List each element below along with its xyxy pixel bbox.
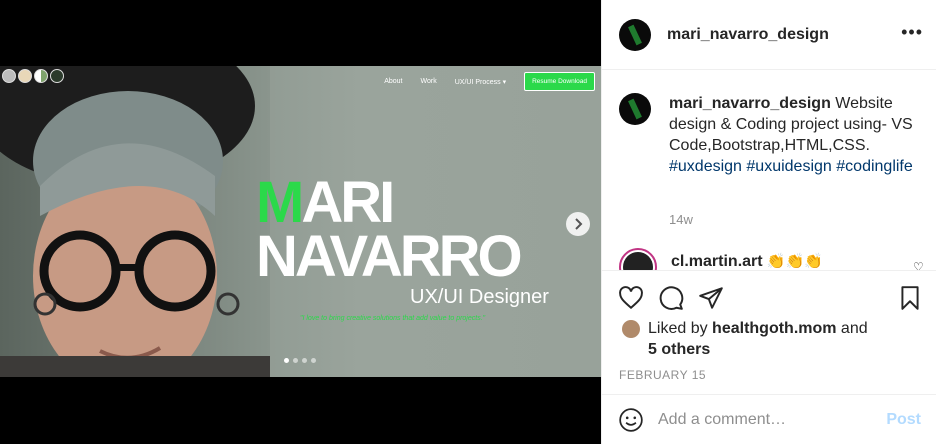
bookmark-icon[interactable] bbox=[897, 285, 923, 311]
action-icons bbox=[618, 285, 724, 311]
more-options-button[interactable]: ••• bbox=[901, 22, 923, 43]
share-icon[interactable] bbox=[698, 285, 724, 311]
chevron-right-icon bbox=[575, 218, 583, 230]
carousel-dot bbox=[302, 358, 307, 363]
commenter-username[interactable]: cl.martin.art bbox=[671, 253, 763, 270]
emoji-icon[interactable] bbox=[618, 407, 644, 433]
hero-role: UX/UI Designer bbox=[410, 286, 549, 308]
site-icon-1 bbox=[2, 69, 16, 83]
carousel-dots bbox=[284, 358, 316, 363]
caption-timestamp[interactable]: 14w bbox=[669, 212, 693, 227]
comment-item: cl.martin.art 👏👏👏 bbox=[619, 248, 823, 270]
nav-uxui-process: UX/UI Process ▾ bbox=[454, 78, 507, 86]
liked-by-text: Liked by healthgoth.mom and 5 others bbox=[648, 318, 868, 360]
post-actions: Liked by healthgoth.mom and 5 others FEBR… bbox=[602, 270, 936, 394]
hero-tagline: "I love to bring creative solutions that… bbox=[300, 315, 486, 322]
carousel-slide[interactable]: About Work UX/UI Process ▾ Resume Downlo… bbox=[0, 66, 601, 377]
hashtag-link[interactable]: #uxdesign bbox=[669, 158, 742, 175]
liked-by: Liked by healthgoth.mom and 5 others bbox=[622, 318, 868, 360]
liker-avatar[interactable] bbox=[622, 320, 640, 338]
site-nav: About Work UX/UI Process ▾ Resume Downlo… bbox=[384, 72, 595, 91]
caption-text: mari_navarro_design Website design & Cod… bbox=[669, 93, 919, 177]
hero-last-name: NAVARRO bbox=[256, 224, 523, 289]
post-media: About Work UX/UI Process ▾ Resume Downlo… bbox=[0, 0, 601, 444]
post-header: mari_navarro_design ••• bbox=[602, 0, 936, 70]
site-icon-2 bbox=[18, 69, 32, 83]
carousel-next-button[interactable] bbox=[566, 212, 590, 236]
author-username[interactable]: mari_navarro_design bbox=[667, 26, 829, 44]
comment-body: 👏👏👏 bbox=[762, 253, 823, 270]
comments-section: mari_navarro_design Website design & Cod… bbox=[602, 70, 936, 270]
like-comment-button[interactable]: ♡ bbox=[913, 260, 924, 270]
comment-icon[interactable] bbox=[658, 285, 684, 311]
post-comment-button[interactable]: Post bbox=[886, 411, 921, 429]
caption-username[interactable]: mari_navarro_design bbox=[669, 95, 831, 112]
carousel-dot bbox=[311, 358, 316, 363]
liker-username[interactable]: healthgoth.mom bbox=[712, 320, 836, 337]
heart-outline-icon: ♡ bbox=[913, 260, 924, 270]
commenter-avatar[interactable] bbox=[619, 248, 657, 270]
comment-input[interactable] bbox=[658, 410, 868, 429]
instagram-post-view: About Work UX/UI Process ▾ Resume Downlo… bbox=[0, 0, 936, 444]
hashtag-link[interactable]: #codinglife bbox=[836, 158, 913, 175]
add-comment-bar: Post bbox=[602, 394, 936, 444]
site-icon-4 bbox=[50, 69, 64, 83]
site-icon-3 bbox=[34, 69, 48, 83]
heart-icon[interactable] bbox=[618, 285, 644, 311]
carousel-dot bbox=[293, 358, 298, 363]
caption: mari_navarro_design Website design & Cod… bbox=[619, 93, 919, 177]
portrait-image bbox=[0, 66, 270, 377]
post-date[interactable]: FEBRUARY 15 bbox=[619, 368, 706, 382]
nav-about: About bbox=[384, 78, 403, 85]
site-logo-icons bbox=[2, 69, 64, 83]
carousel-dot bbox=[284, 358, 289, 363]
author-avatar[interactable] bbox=[619, 18, 651, 51]
comment-text: cl.martin.art 👏👏👏 bbox=[671, 252, 823, 270]
liked-by-and: and bbox=[836, 320, 868, 337]
caption-avatar[interactable] bbox=[619, 93, 651, 125]
nav-work: Work bbox=[420, 78, 437, 85]
others-link[interactable]: 5 others bbox=[648, 341, 710, 358]
liked-by-prefix: Liked by bbox=[648, 320, 713, 337]
hashtag-link[interactable]: #uxuidesign bbox=[746, 158, 831, 175]
post-sidebar: mari_navarro_design ••• mari_navarro_des… bbox=[601, 0, 936, 444]
more-horizontal-icon: ••• bbox=[901, 22, 923, 42]
resume-download-button: Resume Download bbox=[524, 72, 595, 91]
